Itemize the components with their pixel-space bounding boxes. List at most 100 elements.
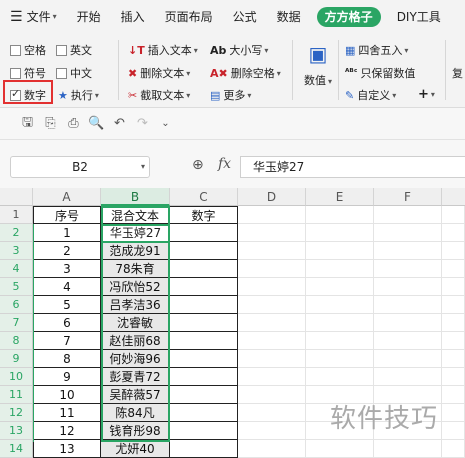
row-header[interactable]: 11 bbox=[0, 386, 33, 404]
cell-a1[interactable]: 序号 bbox=[33, 206, 101, 224]
cell-b2[interactable]: 华玉婷27 bbox=[101, 224, 170, 242]
space-checkbox[interactable]: 空格 bbox=[10, 42, 46, 58]
partial-button[interactable]: 复 bbox=[452, 65, 463, 81]
cell-f3[interactable] bbox=[374, 242, 442, 260]
cell-f7[interactable] bbox=[374, 314, 442, 332]
cell-c9[interactable] bbox=[170, 350, 238, 368]
cell-f4[interactable] bbox=[374, 260, 442, 278]
delete-space-button[interactable]: A✖ 删除空格 ▾ bbox=[210, 65, 281, 81]
cell-b10[interactable]: 彭夏青72 bbox=[101, 368, 170, 386]
undo-icon[interactable]: ↶ bbox=[108, 116, 131, 131]
column-header-f[interactable]: F bbox=[374, 188, 442, 206]
execute-button[interactable]: ★ 执行 ▾ bbox=[58, 87, 99, 103]
cell-c11[interactable] bbox=[170, 386, 238, 404]
customize-chevron-icon[interactable]: ⌄ bbox=[154, 118, 177, 129]
round-button[interactable]: ▦ 四舍五入 ▾ bbox=[345, 42, 408, 58]
save-icon[interactable]: 🖫 bbox=[16, 113, 39, 135]
cell-a7[interactable]: 6 bbox=[33, 314, 101, 332]
cell-d10[interactable] bbox=[238, 368, 306, 386]
keep-number-button[interactable]: ᴬᴮᶜ 只保留数值 bbox=[345, 65, 415, 81]
cell-g12[interactable] bbox=[442, 404, 465, 422]
column-header-e[interactable]: E bbox=[306, 188, 374, 206]
cell-c8[interactable] bbox=[170, 332, 238, 350]
tab-formulas[interactable]: 公式 bbox=[223, 0, 267, 34]
cell-d13[interactable] bbox=[238, 422, 306, 440]
custom-button[interactable]: ✎ 自定义 ▾ bbox=[345, 87, 396, 103]
cell-c12[interactable] bbox=[170, 404, 238, 422]
cell-e1[interactable] bbox=[306, 206, 374, 224]
cell-a6[interactable]: 5 bbox=[33, 296, 101, 314]
cell-c14[interactable] bbox=[170, 440, 238, 458]
cell-d6[interactable] bbox=[238, 296, 306, 314]
fx-icon[interactable]: fx bbox=[218, 156, 231, 172]
cell-f1[interactable] bbox=[374, 206, 442, 224]
cell-e9[interactable] bbox=[306, 350, 374, 368]
name-box[interactable]: B2 ▾ bbox=[10, 156, 150, 178]
cell-d1[interactable] bbox=[238, 206, 306, 224]
more-button[interactable]: ▤ 更多 ▾ bbox=[210, 87, 251, 103]
cell-f2[interactable] bbox=[374, 224, 442, 242]
cell-g5[interactable] bbox=[442, 278, 465, 296]
cell-c4[interactable] bbox=[170, 260, 238, 278]
cell-e14[interactable] bbox=[306, 440, 374, 458]
cell-f8[interactable] bbox=[374, 332, 442, 350]
cell-d12[interactable] bbox=[238, 404, 306, 422]
cell-b4[interactable]: 78朱育 bbox=[101, 260, 170, 278]
column-header-d[interactable]: D bbox=[238, 188, 306, 206]
delete-text-button[interactable]: ✖ 删除文本 ▾ bbox=[128, 65, 190, 81]
column-header-a[interactable]: A bbox=[33, 188, 101, 206]
cell-g2[interactable] bbox=[442, 224, 465, 242]
select-all-corner[interactable] bbox=[0, 188, 33, 206]
cell-b9[interactable]: 何妙海96 bbox=[101, 350, 170, 368]
tab-page-layout[interactable]: 页面布局 bbox=[155, 0, 223, 34]
cell-c2[interactable] bbox=[170, 224, 238, 242]
row-header[interactable]: 2 bbox=[0, 224, 33, 242]
cell-e8[interactable] bbox=[306, 332, 374, 350]
cell-d5[interactable] bbox=[238, 278, 306, 296]
symbol-checkbox[interactable]: 符号 bbox=[10, 65, 46, 81]
cell-c1[interactable]: 数字 bbox=[170, 206, 238, 224]
row-header[interactable]: 5 bbox=[0, 278, 33, 296]
cell-g6[interactable] bbox=[442, 296, 465, 314]
cell-b5[interactable]: 冯欣怡52 bbox=[101, 278, 170, 296]
print-preview-icon[interactable]: 🔍 bbox=[85, 116, 108, 131]
cell-c10[interactable] bbox=[170, 368, 238, 386]
tab-data[interactable]: 数据 bbox=[267, 0, 311, 34]
cell-b7[interactable]: 沈睿敏 bbox=[101, 314, 170, 332]
cell-g13[interactable] bbox=[442, 422, 465, 440]
cell-a9[interactable]: 8 bbox=[33, 350, 101, 368]
cell-g9[interactable] bbox=[442, 350, 465, 368]
tab-home[interactable]: 开始 bbox=[67, 0, 111, 34]
row-header[interactable]: 4 bbox=[0, 260, 33, 278]
cell-c7[interactable] bbox=[170, 314, 238, 332]
cell-d14[interactable] bbox=[238, 440, 306, 458]
cell-e7[interactable] bbox=[306, 314, 374, 332]
tab-ffcell[interactable]: 方方格子 bbox=[316, 7, 381, 27]
print-icon[interactable]: ⎙ bbox=[62, 116, 85, 131]
cell-b11[interactable]: 吴醉薇57 bbox=[101, 386, 170, 404]
row-header[interactable]: 12 bbox=[0, 404, 33, 422]
cell-c5[interactable] bbox=[170, 278, 238, 296]
row-header[interactable]: 7 bbox=[0, 314, 33, 332]
row-header[interactable]: 14 bbox=[0, 440, 33, 458]
cell-f14[interactable] bbox=[374, 440, 442, 458]
row-header[interactable]: 3 bbox=[0, 242, 33, 260]
cell-b14[interactable]: 尤妍40 bbox=[101, 440, 170, 458]
row-header[interactable]: 10 bbox=[0, 368, 33, 386]
cell-a4[interactable]: 3 bbox=[33, 260, 101, 278]
column-header-c[interactable]: C bbox=[170, 188, 238, 206]
cell-g1[interactable] bbox=[442, 206, 465, 224]
cell-a13[interactable]: 12 bbox=[33, 422, 101, 440]
cell-c3[interactable] bbox=[170, 242, 238, 260]
cell-b12[interactable]: 陈84凡 bbox=[101, 404, 170, 422]
cell-b3[interactable]: 范成龙91 bbox=[101, 242, 170, 260]
cell-f6[interactable] bbox=[374, 296, 442, 314]
tab-insert[interactable]: 插入 bbox=[111, 0, 155, 34]
cell-a11[interactable]: 10 bbox=[33, 386, 101, 404]
cell-g3[interactable] bbox=[442, 242, 465, 260]
cell-e4[interactable] bbox=[306, 260, 374, 278]
cell-g8[interactable] bbox=[442, 332, 465, 350]
cell-b8[interactable]: 赵佳丽68 bbox=[101, 332, 170, 350]
cell-d8[interactable] bbox=[238, 332, 306, 350]
chinese-checkbox[interactable]: 中文 bbox=[56, 65, 92, 81]
